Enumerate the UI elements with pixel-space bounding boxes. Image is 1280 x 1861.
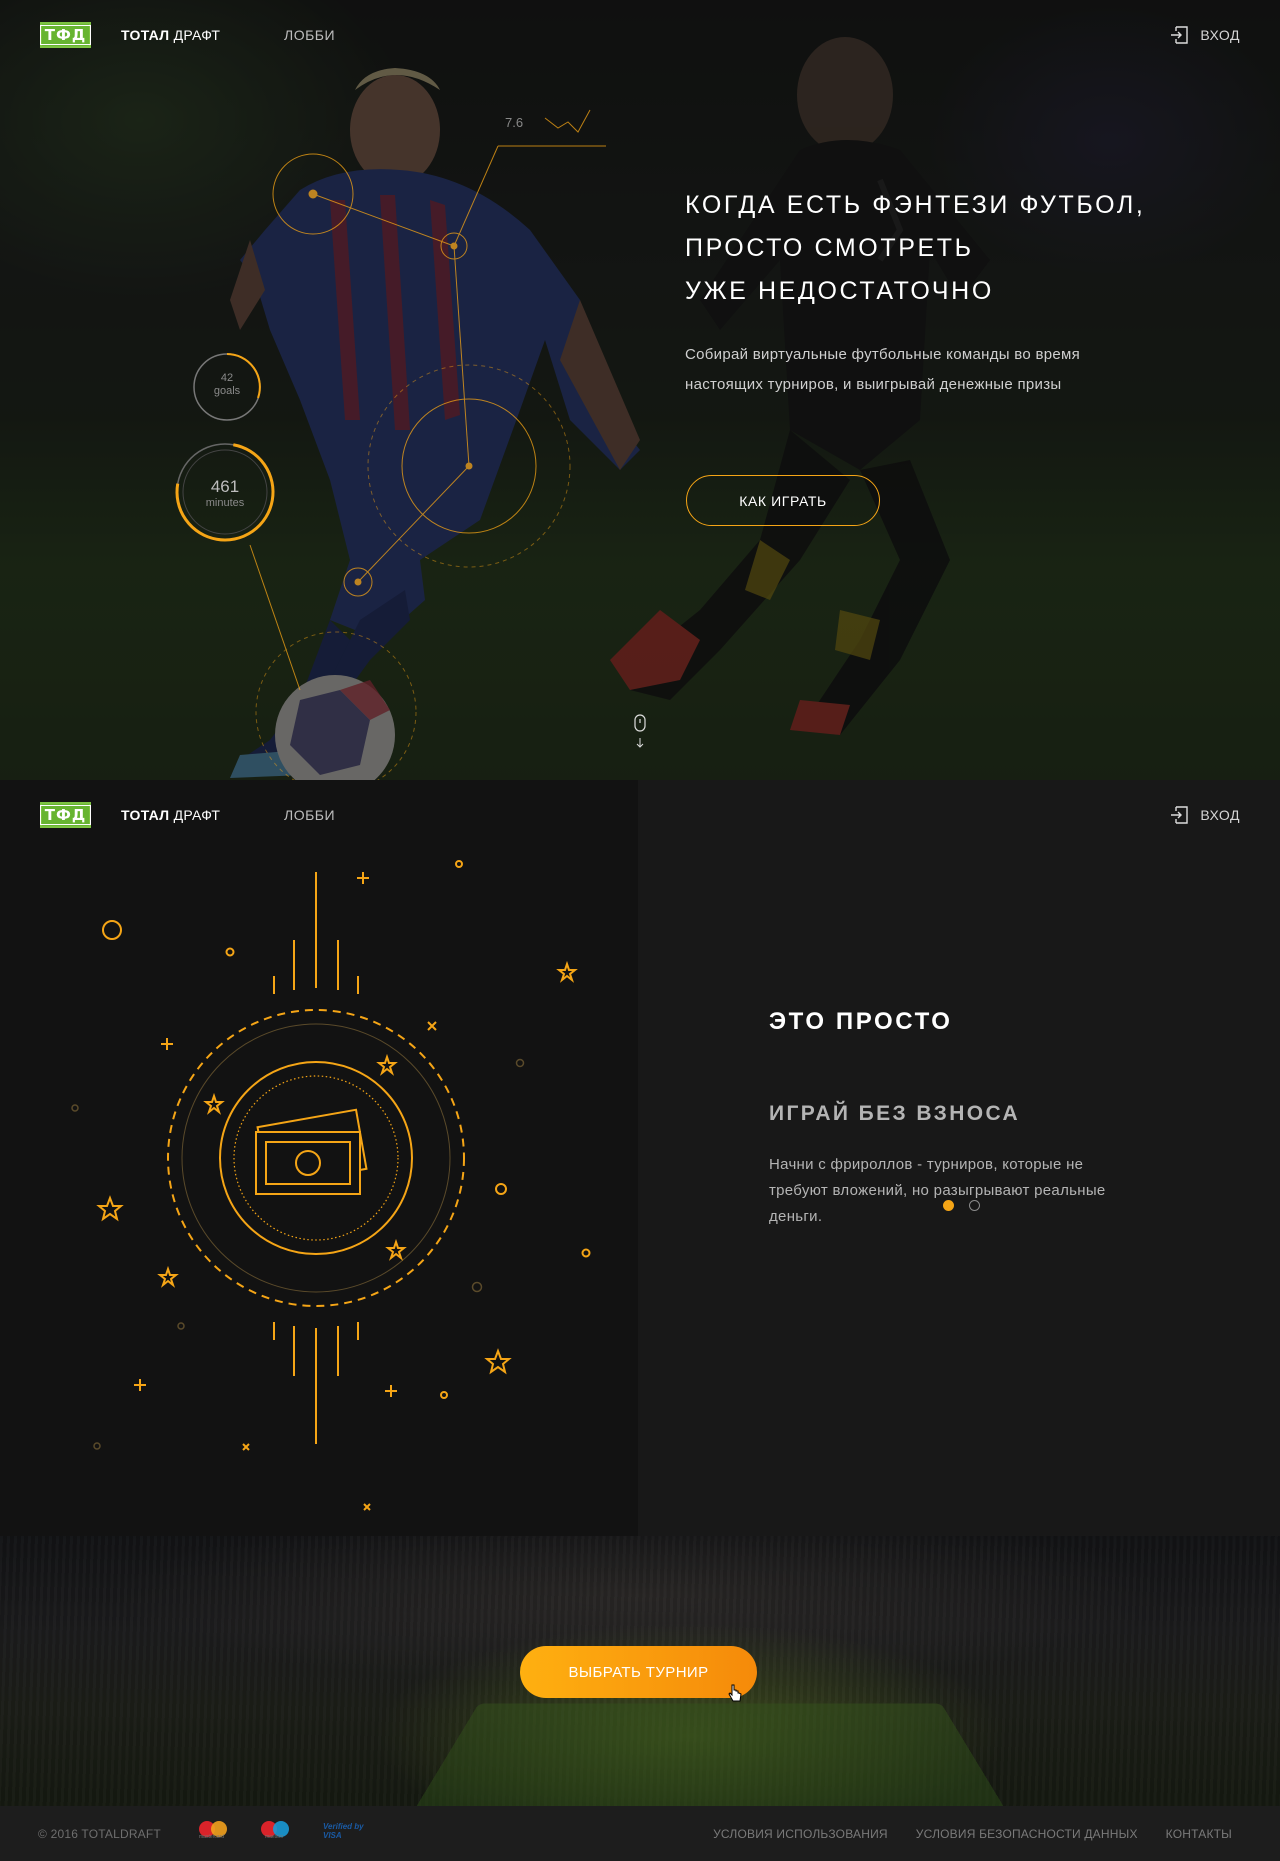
privacy-link[interactable]: УСЛОВИЯ БЕЗОПАСНОСТИ ДАННЫХ (916, 1827, 1138, 1841)
slide-title: ИГРАЙ БЕЗ ВЗНОСА (769, 1102, 1020, 1126)
goals-value: 42 (197, 372, 257, 385)
scroll-down-icon[interactable] (633, 714, 647, 750)
logo-text: ТФД (40, 805, 91, 825)
goals-label: goals (197, 385, 257, 398)
hand-cursor-icon (728, 1684, 742, 1704)
minutes-stat: 461 minutes (195, 477, 255, 509)
hero-title-line: КОГДА ЕСТЬ ФЭНТЕЗИ ФУТБОЛ, (685, 184, 1245, 227)
choose-tournament-button[interactable]: ВЫБРАТЬ ТУРНИР (520, 1646, 757, 1698)
slider-dot-2[interactable] (969, 1200, 980, 1211)
maestro-label: maestro (265, 1834, 283, 1840)
minutes-label: minutes (195, 497, 255, 509)
logo[interactable]: ТФД (40, 22, 91, 48)
hero-subtitle: Собирай виртуальные футбольные команды в… (685, 340, 1155, 400)
login-icon (1170, 26, 1188, 44)
hero-title-line: УЖЕ НЕДОСТАТОЧНО (685, 270, 1245, 313)
footer: © 2016 TOTALDRAFT mastercard maestro Ver… (0, 1806, 1280, 1861)
nav-lobby-link[interactable]: ЛОББИ (284, 807, 335, 823)
brand-rest: ДРАФТ (169, 807, 220, 823)
brand-name[interactable]: ТОТАЛ ДРАФТ (121, 27, 220, 43)
hero-title: КОГДА ЕСТЬ ФЭНТЕЗИ ФУТБОЛ, ПРОСТО СМОТРЕ… (685, 184, 1245, 313)
minutes-value: 461 (195, 477, 255, 497)
verified-by-visa-icon: Verified by VISA (323, 1822, 369, 1840)
slider-dot-1[interactable] (943, 1200, 954, 1211)
slide-text: Начни с фрироллов - турниров, которые не… (769, 1152, 1119, 1230)
how-to-play-button[interactable]: КАК ИГРАТЬ (686, 475, 880, 526)
terms-link[interactable]: УСЛОВИЯ ИСПОЛЬЗОВАНИЯ (713, 1827, 888, 1841)
login-label: ВХОД (1200, 27, 1240, 43)
logo[interactable]: ТФД (40, 802, 91, 828)
brand-name[interactable]: ТОТАЛ ДРАФТ (121, 807, 220, 823)
goals-stat: 42 goals (197, 372, 257, 398)
mastercard-label: mastercard (199, 1834, 224, 1840)
money-prize-illustration (0, 780, 638, 1536)
login-button[interactable]: ВХОД (1170, 26, 1240, 44)
nav-lobby-link[interactable]: ЛОББИ (284, 27, 335, 43)
illustration-panel: ТФД ТОТАЛ ДРАФТ ЛОББИ (0, 780, 638, 1536)
brand-bold: ТОТАЛ (121, 27, 169, 43)
brand-bold: ТОТАЛ (121, 807, 169, 823)
copyright: © 2016 TOTALDRAFT (38, 1827, 161, 1841)
hero-section: 7.6 42 goals 461 minutes КОГДА ЕСТЬ ФЭНТ… (0, 0, 1280, 780)
footer-links: УСЛОВИЯ ИСПОЛЬЗОВАНИЯ УСЛОВИЯ БЕЗОПАСНОС… (713, 1827, 1232, 1841)
rating-value: 7.6 (505, 115, 523, 130)
top-navigation: ТФД ТОТАЛ ДРАФТ ЛОББИ ВХОД (0, 0, 1280, 70)
cta-section: ВЫБРАТЬ ТУРНИР (0, 1536, 1280, 1806)
slider-pagination (943, 1200, 980, 1211)
second-navigation: ТФД ТОТАЛ ДРАФТ ЛОББИ (0, 780, 1280, 850)
brand-rest: ДРАФТ (169, 27, 220, 43)
contacts-link[interactable]: КОНТАКТЫ (1166, 1827, 1232, 1841)
hero-title-line: ПРОСТО СМОТРЕТЬ (685, 227, 1245, 270)
how-it-works-section: ТФД ТОТАЛ ДРАФТ ЛОББИ ВХОД ЭТО ПРОСТО ИГ… (0, 780, 1280, 1536)
logo-text: ТФД (40, 25, 91, 45)
section-title: ЭТО ПРОСТО (769, 1008, 953, 1036)
